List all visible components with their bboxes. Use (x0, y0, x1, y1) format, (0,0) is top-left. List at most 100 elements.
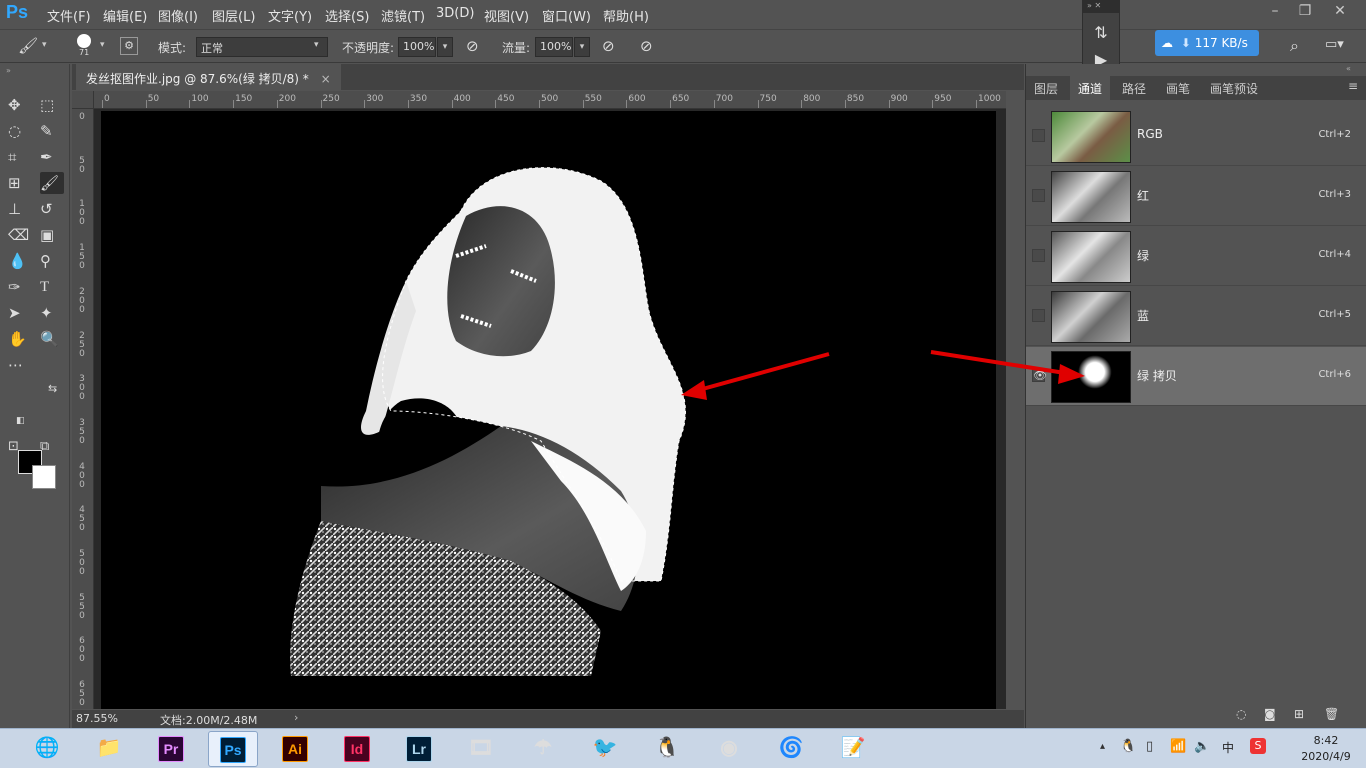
visibility-toggle[interactable] (1032, 189, 1045, 202)
collapse-icon[interactable]: » (6, 66, 11, 75)
gradient-tool-icon[interactable]: ▣ (40, 224, 64, 246)
menu-window[interactable]: 窗口(W) (542, 6, 591, 25)
eyedropper-tool-icon[interactable]: ✒ (40, 146, 64, 168)
new-channel-icon[interactable]: ⊞ (1294, 707, 1304, 721)
channel-row[interactable]: 蓝 Ctrl+5 (1026, 287, 1366, 346)
channel-row[interactable]: RGB Ctrl+2 (1026, 107, 1366, 166)
brush-tool-icon[interactable]: 🖌 (18, 36, 38, 55)
taskbar-app[interactable]: 🎞 (456, 731, 506, 767)
document-tab[interactable]: 发丝抠图作业.jpg @ 87.6%(绿 拷贝/8) * × (76, 64, 341, 90)
menu-file[interactable]: 文件(F) (47, 6, 91, 25)
blur-tool-icon[interactable]: 💧 (8, 250, 32, 272)
dodge-tool-icon[interactable]: ⚲ (40, 250, 64, 272)
tab-brushes[interactable]: 画笔 (1166, 80, 1190, 97)
collapse-icon[interactable]: « (1346, 64, 1351, 73)
sogou-icon[interactable]: S (1250, 738, 1266, 754)
taskbar-app[interactable]: 📝 (828, 731, 878, 767)
taskbar-app[interactable]: ☂ (518, 731, 568, 767)
taskbar-app[interactable]: 🌀 (766, 731, 816, 767)
visibility-toggle[interactable] (1032, 249, 1045, 262)
menu-select[interactable]: 选择(S) (325, 6, 369, 25)
taskbar-app[interactable]: Ai (270, 731, 320, 767)
menu-help[interactable]: 帮助(H) (603, 6, 649, 25)
hand-tool-icon[interactable]: ✋ (8, 328, 32, 350)
search-icon[interactable]: ⌕ (1290, 36, 1299, 56)
pressure-opacity-icon[interactable]: ⊘ (466, 37, 479, 55)
close-icon[interactable]: ✕ (1325, 0, 1355, 22)
chevron-down-icon[interactable]: ▾ (100, 40, 105, 50)
swap-colors-icon[interactable]: ⇆ (48, 382, 57, 395)
tray-expand-icon[interactable]: ▴ (1100, 741, 1105, 752)
chevron-down-icon[interactable]: ▾ (42, 40, 47, 50)
close-tab-icon[interactable]: × (321, 72, 331, 86)
quick-select-tool-icon[interactable]: ✎ (40, 120, 64, 142)
trash-icon[interactable]: 🗑 (1324, 707, 1339, 721)
menu-image[interactable]: 图像(I) (158, 6, 198, 25)
brush-panel-icon[interactable]: ⚙ (120, 37, 138, 55)
brush-preview-icon[interactable] (77, 34, 91, 48)
tab-layers[interactable]: 图层 (1034, 80, 1058, 97)
volume-icon[interactable]: 🔈 (1194, 739, 1210, 754)
tab-channels[interactable]: 通道 (1070, 76, 1111, 100)
visibility-toggle[interactable] (1032, 309, 1045, 322)
eraser-tool-icon[interactable]: ⌫ (8, 224, 32, 246)
workspace-icon[interactable]: ▭▾ (1325, 37, 1344, 52)
type-tool-icon[interactable]: T (40, 276, 64, 298)
taskbar-app[interactable]: ◉ (704, 731, 754, 767)
history-brush-tool-icon[interactable]: ↺ (40, 198, 64, 220)
mode-select[interactable]: 正常 (196, 37, 328, 57)
document-canvas[interactable] (101, 111, 996, 709)
collapse-icon[interactable]: » ✕ (1083, 1, 1119, 13)
chevron-down-icon[interactable]: ▾ (437, 37, 453, 57)
chevron-down-icon[interactable]: ▾ (574, 37, 590, 57)
menu-filter[interactable]: 滤镜(T) (381, 6, 425, 25)
menu-3d[interactable]: 3D(D) (436, 6, 474, 21)
zoom-tool-icon[interactable]: 🔍 (40, 328, 64, 350)
more-tools-icon[interactable]: ⋯ (8, 354, 32, 376)
crop-tool-icon[interactable]: ⌗ (8, 146, 32, 168)
background-color-swatch[interactable] (32, 465, 56, 489)
menu-layer[interactable]: 图层(L) (212, 6, 255, 25)
minimize-icon[interactable]: – (1260, 0, 1290, 22)
screen-mode-icon[interactable]: ⧉ (40, 436, 64, 458)
move-tool-icon[interactable]: ✥ (8, 94, 32, 116)
panel-menu-icon[interactable]: ≡ (1348, 79, 1358, 93)
menu-view[interactable]: 视图(V) (484, 6, 529, 25)
pressure-size-icon[interactable]: ⊘ (640, 37, 653, 55)
tab-brush-presets[interactable]: 画笔预设 (1210, 80, 1258, 97)
opacity-field[interactable]: 100% (398, 37, 436, 57)
marquee-tool-icon[interactable]: ⬚ (40, 94, 64, 116)
chevron-right-icon[interactable]: › (294, 711, 298, 724)
menu-edit[interactable]: 编辑(E) (103, 6, 147, 25)
ruler-origin[interactable] (72, 91, 94, 109)
taskbar-app[interactable]: Pr (146, 731, 196, 767)
brush-tool-icon[interactable]: 🖌 (40, 172, 64, 194)
taskbar-app[interactable]: Id (332, 731, 382, 767)
flow-field[interactable]: 100% (535, 37, 573, 57)
load-selection-icon[interactable]: ◌ (1236, 707, 1246, 721)
pen-tool-icon[interactable]: ✑ (8, 276, 32, 298)
qq-tray-icon[interactable]: 🐧 (1120, 739, 1136, 754)
healing-tool-icon[interactable]: ⊞ (8, 172, 32, 194)
taskbar-app[interactable]: 📁 (84, 731, 134, 767)
battery-icon[interactable]: ▯ (1146, 739, 1153, 754)
taskbar-app[interactable]: Lr (394, 731, 444, 767)
history-icon[interactable]: ⇅ (1083, 23, 1119, 42)
channel-row[interactable]: 红 Ctrl+3 (1026, 167, 1366, 226)
airbrush-icon[interactable]: ⊘ (602, 37, 615, 55)
visibility-toggle[interactable] (1032, 129, 1045, 142)
zoom-level[interactable]: 87.55% (76, 712, 118, 725)
restore-icon[interactable]: ❐ (1290, 0, 1320, 22)
taskbar-app[interactable]: 🌐 (22, 731, 72, 767)
menu-type[interactable]: 文字(Y) (268, 6, 312, 25)
tab-paths[interactable]: 路径 (1122, 80, 1146, 97)
stamp-tool-icon[interactable]: ⊥ (8, 198, 32, 220)
path-select-tool-icon[interactable]: ➤ (8, 302, 32, 324)
taskbar-app[interactable]: Ps (208, 731, 258, 767)
channel-row[interactable]: 绿 Ctrl+4 (1026, 227, 1366, 286)
taskbar-app[interactable]: 🐦 (580, 731, 630, 767)
signal-icon[interactable]: 📶 (1170, 739, 1186, 754)
shape-tool-icon[interactable]: ✦ (40, 302, 64, 324)
clock[interactable]: 8:42 2020/4/9 (1296, 733, 1356, 765)
lasso-tool-icon[interactable]: ◌ (8, 120, 32, 142)
